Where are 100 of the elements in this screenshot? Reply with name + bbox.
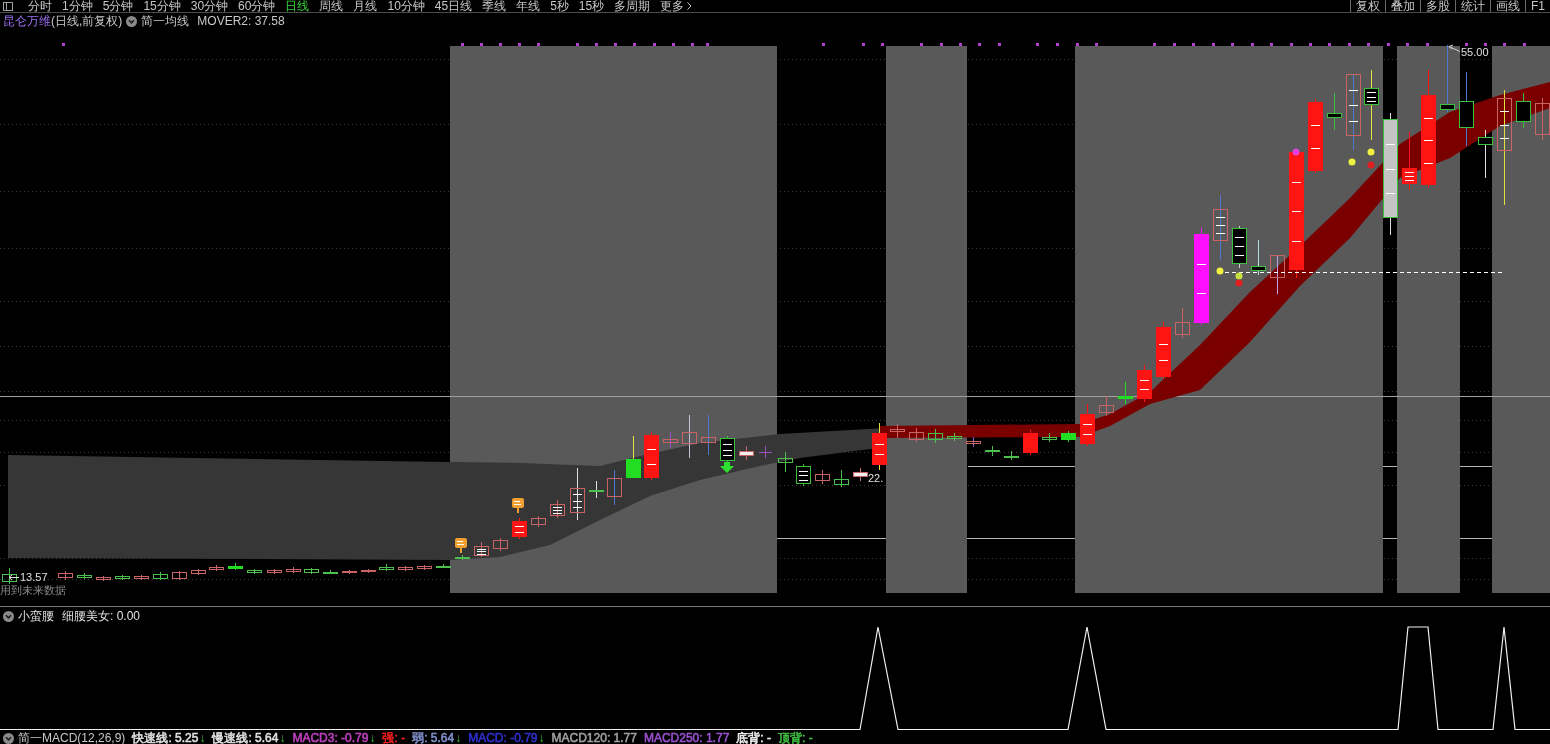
candlestick (550, 499, 565, 519)
candlestick (455, 554, 470, 561)
candlestick (134, 574, 149, 581)
candlestick (778, 451, 793, 473)
indicator-value: MACD250: 1.77 (643, 732, 730, 744)
period-tab[interactable]: 1分钟 (57, 0, 98, 12)
candlestick (1232, 225, 1247, 269)
candlestick (1118, 381, 1133, 405)
candlestick (1042, 432, 1057, 443)
candlestick (1080, 403, 1095, 447)
toolbar-button[interactable]: F1 (1525, 0, 1550, 12)
candlestick (1440, 44, 1455, 113)
indicator-value: 慢速线: 5.64 (212, 732, 279, 744)
toolbar-button[interactable]: 复权 (1350, 0, 1385, 12)
trend-arrow: ↓ (199, 732, 206, 744)
indicator-reading: 细腰美女: 0.00 (62, 609, 141, 623)
trend-arrow: ↓ (538, 732, 545, 744)
candlestick (1099, 395, 1114, 417)
candlestick (96, 575, 111, 582)
candlestick (1516, 92, 1531, 129)
candlestick (626, 435, 641, 479)
stock-name: 昆仑万维 (3, 13, 51, 30)
period-tab[interactable]: 年线 (511, 0, 546, 12)
period-tab[interactable]: 日线 (280, 0, 315, 12)
toolbar-button[interactable]: 统计 (1455, 0, 1490, 12)
candlestick (1175, 307, 1190, 339)
candlestick (77, 572, 92, 580)
candlestick (247, 568, 262, 575)
candlestick (947, 432, 962, 442)
candlestick (872, 422, 887, 471)
candlestick (304, 567, 319, 575)
period-tab[interactable]: 15秒 (573, 0, 610, 12)
indicator-value: 弱: 5.64 (412, 732, 455, 744)
toolbar-button[interactable]: 多股 (1420, 0, 1455, 12)
down-arrow-icon (720, 462, 734, 473)
candlestick (1061, 430, 1076, 443)
candlestick (493, 537, 508, 552)
candlestick (1478, 129, 1493, 179)
panel-icon[interactable] (3, 1, 13, 11)
signal-dot (1348, 158, 1356, 166)
toolbar-button[interactable]: 叠加 (1385, 0, 1420, 12)
candlestick (644, 431, 659, 481)
signpost-icon (512, 498, 524, 513)
candlestick (58, 570, 73, 581)
candlestick (663, 431, 678, 449)
period-tab[interactable]: 30分钟 (185, 0, 234, 12)
candlestick (379, 563, 394, 572)
toolbar-button[interactable]: 画线 (1490, 0, 1525, 12)
candlestick (531, 515, 546, 528)
high-price-label: 55.00 (1461, 46, 1489, 58)
candlestick (739, 445, 754, 461)
period-tab[interactable]: 15分钟 (138, 0, 186, 12)
candlestick (909, 427, 924, 443)
period-mode: (日线,前复权) (51, 13, 123, 30)
candlestick (796, 463, 811, 487)
period-tab[interactable]: 60分钟 (233, 0, 281, 12)
period-tab[interactable]: 多周期 (609, 0, 656, 12)
indicator-name: 简一均线 (141, 13, 190, 30)
candlestick (436, 563, 451, 569)
candlestick (1270, 254, 1285, 295)
price-label: 22. (868, 472, 884, 484)
candlestick (1213, 194, 1228, 261)
period-tab[interactable]: 45日线 (429, 0, 478, 12)
leader-arrow (8, 574, 20, 581)
candlestick (1327, 92, 1342, 131)
indicator-value: MACD120: 1.77 (551, 732, 637, 744)
indicator-value: 底背: - (736, 732, 771, 744)
more-button[interactable]: 更多 (655, 0, 698, 12)
period-tab[interactable]: 月线 (348, 0, 383, 12)
period-tab[interactable]: 分时 (23, 0, 57, 12)
signal-dot (1216, 267, 1224, 275)
candlestick (209, 564, 224, 572)
candlestick (398, 565, 413, 572)
candlestick (1004, 450, 1019, 461)
candlestick (115, 574, 130, 581)
trend-arrow: ↓ (369, 732, 376, 744)
candlestick (1402, 131, 1417, 191)
candlestick (834, 469, 849, 488)
candlestick (1535, 97, 1550, 141)
trend-arrow: ↓ (279, 732, 286, 744)
period-tab[interactable]: 10分钟 (382, 0, 430, 12)
period-tab[interactable]: 5分钟 (97, 0, 139, 12)
period-tab[interactable]: 季线 (477, 0, 512, 12)
period-tab[interactable]: 5秒 (545, 0, 574, 12)
candlestick (589, 480, 604, 499)
indicator-value: 快速线: 5.25 (132, 732, 199, 744)
signal-dot (1292, 148, 1300, 156)
candlestick (720, 435, 735, 463)
period-tab[interactable]: 周线 (314, 0, 349, 12)
candlestick (985, 445, 1000, 457)
dropdown-icon[interactable] (3, 610, 14, 622)
candlestick (815, 469, 830, 485)
candlestick (570, 467, 585, 521)
indicator-name: 小蛮腰 (18, 609, 54, 623)
dropdown-icon[interactable] (126, 16, 138, 27)
signal-dot (1367, 161, 1375, 169)
indicator-reading: MOVER2: 37.58 (197, 13, 285, 30)
candlestick (191, 568, 206, 576)
dropdown-icon[interactable] (3, 732, 14, 744)
signal-dot (1367, 148, 1375, 156)
